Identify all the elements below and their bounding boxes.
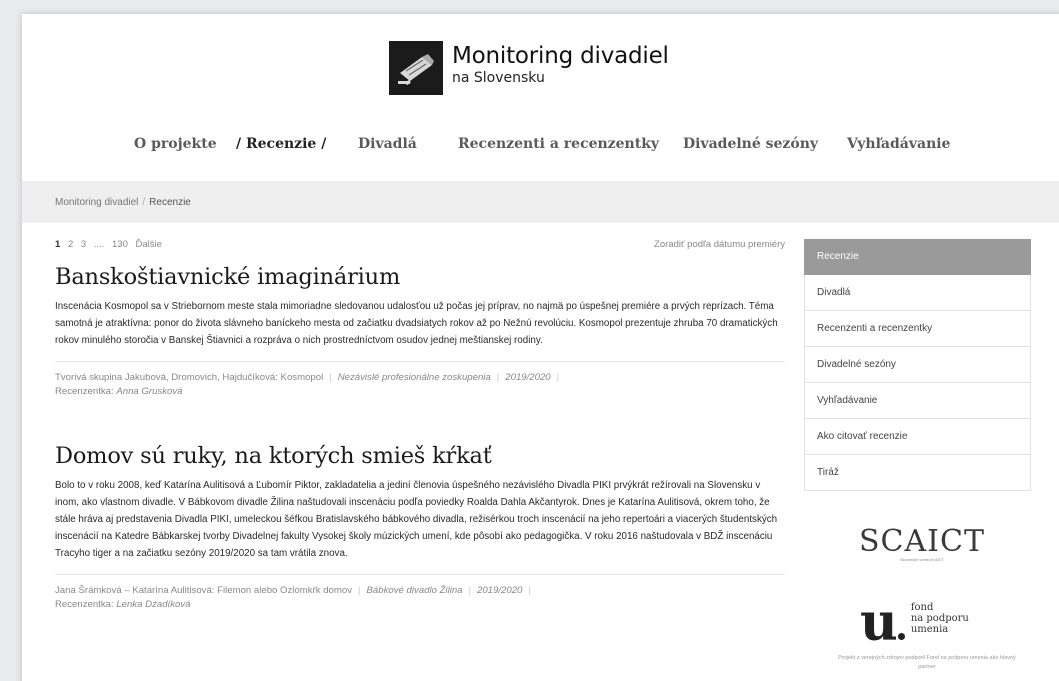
nav-item-vyhladavanie[interactable]: Vyhľadávanie	[847, 136, 950, 152]
fpu-dot-icon	[897, 633, 905, 640]
sidebar-item-recenzenti[interactable]: Recenzenti a recenzentky	[804, 311, 1031, 347]
next-page-link[interactable]: Ďalšie	[136, 239, 162, 250]
site-header: Monitoring divadiel na Slovensku	[22, 14, 1059, 126]
nav-item-recenzenti[interactable]: Recenzenti a recenzentky	[458, 136, 659, 152]
page-2[interactable]: 2	[68, 239, 73, 250]
fpu-logo-mark: u	[860, 592, 898, 653]
theatre-link[interactable]: Bábkové divadlo Žilina	[367, 585, 463, 596]
season-link[interactable]: 2019/2020	[477, 585, 522, 596]
review-excerpt: Inscenácia Kosmopol sa v Striebornom mes…	[55, 301, 778, 346]
nav-item-divadla[interactable]: Divadlá	[358, 136, 417, 152]
breadcrumb-separator: /	[142, 196, 146, 208]
scaict-logo-text: SCAICT	[859, 524, 985, 559]
sidebar-item-divadla[interactable]: Divadlá	[804, 275, 1031, 311]
review-list: 1 2 3 .... 130 Ďalšie Zoradiť podľa dátu…	[55, 236, 785, 612]
review-title[interactable]: Domov sú ruky, na ktorých smieš kŕkať	[55, 441, 785, 471]
breadcrumb: Monitoring divadiel / Recenzie	[22, 181, 1059, 223]
page-130[interactable]: 130	[112, 239, 128, 250]
sidebar-item-recenzie[interactable]: Recenzie	[804, 239, 1031, 275]
camera-logo-icon	[389, 41, 443, 95]
fpu-logo-text: fond na podporu umenia	[910, 602, 969, 635]
sidebar-item-tiraz[interactable]: Tiráž	[804, 455, 1031, 491]
sidebar-item-vyhladavanie[interactable]: Vyhľadávanie	[804, 383, 1031, 419]
pagination: 1 2 3 .... 130 Ďalšie Zoradiť podľa dátu…	[55, 236, 785, 252]
browser-page: Monitoring divadiel na Slovensku O proje…	[22, 14, 1059, 681]
site-title: Monitoring divadiel	[452, 43, 669, 69]
nav-item-sezony[interactable]: Divadelné sezóny	[683, 136, 818, 152]
production-link[interactable]: Tvorivá skupina Jakubová, Dromovich, Haj…	[55, 372, 323, 383]
review-meta: Jana Šrámková – Katarína Aulitisová: Fil…	[55, 574, 785, 612]
review-meta: Tvorivá skupina Jakubová, Dromovich, Haj…	[55, 361, 785, 399]
season-link[interactable]: 2019/2020	[505, 372, 550, 383]
nav-item-o-projekte[interactable]: O projekte	[134, 136, 217, 152]
sidebar-item-sezony[interactable]: Divadelné sezóny	[804, 347, 1031, 383]
reviewer-label: Recenzentka:	[55, 386, 114, 397]
review-excerpt: Bolo to v roku 2008, keď Katarína Auliti…	[55, 480, 778, 559]
page-ellipsis: ....	[93, 238, 105, 250]
sponsor-note: Projekt z verejných zdrojov podporil Fon…	[838, 655, 1016, 670]
scaict-logo[interactable]: SCAICT Slovenské centrum AICT	[852, 524, 992, 562]
page-3[interactable]: 3	[81, 239, 86, 250]
site-logo[interactable]: Monitoring divadiel na Slovensku	[389, 41, 669, 95]
production-link[interactable]: Jana Šrámková – Katarína Aulitisová: Fil…	[55, 585, 352, 596]
site-subtitle: na Slovensku	[452, 70, 545, 86]
sidebar-menu: Recenzie Divadlá Recenzenti a recenzentk…	[804, 239, 1031, 491]
page-1[interactable]: 1	[55, 239, 60, 250]
theatre-link[interactable]: Nezávislé profesionálne zoskupenia	[338, 372, 491, 383]
nav-item-recenzie[interactable]: Recenzie	[236, 136, 326, 152]
review-title[interactable]: Banskoštiavnické imaginárium	[55, 262, 785, 292]
review-item: Domov sú ruky, na ktorých smieš kŕkať Bo…	[55, 441, 785, 612]
breadcrumb-home[interactable]: Monitoring divadiel	[55, 197, 138, 208]
review-item: Banskoštiavnické imaginárium Inscenácia …	[55, 262, 785, 399]
breadcrumb-current: Recenzie	[149, 196, 191, 208]
reviewer-link[interactable]: Anna Grusková	[116, 386, 182, 397]
fpu-logo[interactable]: u fond na podporu umenia	[860, 597, 969, 649]
sidebar-item-citovat[interactable]: Ako citovať recenzie	[804, 419, 1031, 455]
sort-by-premiere-link[interactable]: Zoradiť podľa dátumu premiéry	[654, 239, 785, 250]
reviewer-link[interactable]: Lenka Dzadíková	[116, 599, 190, 610]
main-nav: O projekte Recenzie Divadlá Recenzenti a…	[22, 136, 1059, 160]
reviewer-label: Recenzentka:	[55, 599, 114, 610]
